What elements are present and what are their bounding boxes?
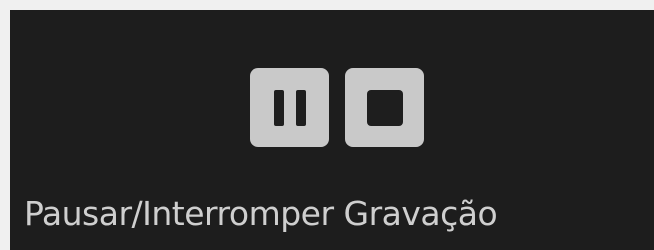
- pause-icon-bar-left: [273, 89, 284, 126]
- stop-icon-square: [366, 89, 403, 126]
- stop-icon: [366, 89, 403, 126]
- pause-stop-recording-label: Pausar/Interromper Gravação: [24, 194, 498, 233]
- stop-recording-button[interactable]: [345, 68, 424, 147]
- recording-controls-panel: Pausar/Interromper Gravação: [10, 10, 654, 250]
- pause-recording-button[interactable]: [250, 68, 329, 147]
- pause-icon: [273, 89, 306, 126]
- pause-icon-bar-right: [295, 89, 306, 126]
- recording-controls: [250, 68, 424, 147]
